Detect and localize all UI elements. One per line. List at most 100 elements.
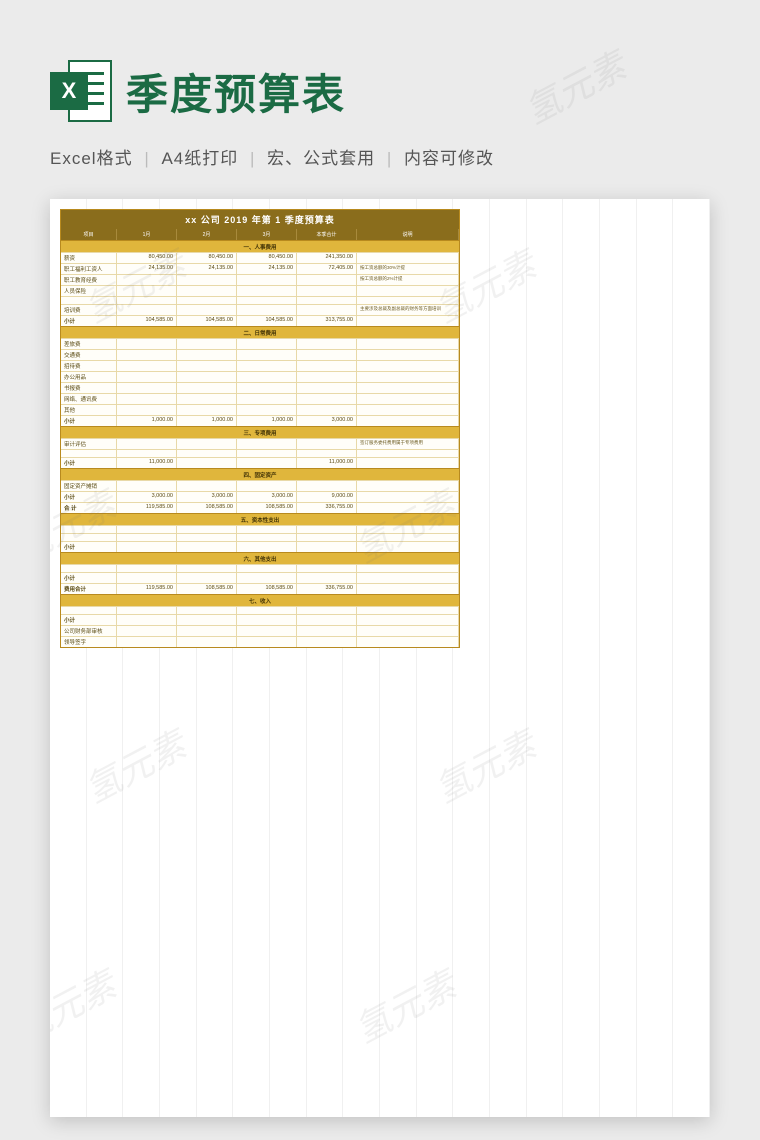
cell-m3 — [237, 305, 297, 315]
cell-total — [297, 439, 357, 449]
cell-m3 — [237, 394, 297, 404]
cell-m1: 104,585.00 — [117, 316, 177, 326]
budget-header-row: 项目 1月 2月 3月 本季合计 说明 — [61, 229, 459, 240]
cell-label — [61, 565, 117, 572]
col-total: 本季合计 — [297, 229, 357, 240]
cell-m3 — [237, 450, 297, 457]
col-month-2: 2月 — [177, 229, 237, 240]
cell-m2 — [177, 275, 237, 285]
cell-note: 按工资总额的2%计提 — [357, 275, 459, 285]
cell-note — [357, 458, 459, 468]
cell-m3 — [237, 607, 297, 614]
cell-m3 — [237, 534, 297, 541]
meta-macro: 宏、公式套用 — [267, 149, 375, 168]
table-row — [61, 296, 459, 304]
cell-label: 审计评估 — [61, 439, 117, 449]
table-row: 小计 — [61, 541, 459, 552]
cell-note — [357, 286, 459, 296]
cell-m3 — [237, 350, 297, 360]
table-row: 审计评估 签订服务委托费用属于专项费用 — [61, 438, 459, 449]
cell-note: 签订服务委托费用属于专项费用 — [357, 439, 459, 449]
cell-m1: 24,135.00 — [117, 264, 177, 274]
section-header: 五、资本性支出 — [61, 513, 459, 525]
cell-total — [297, 534, 357, 541]
cell-m1: 119,585.00 — [117, 503, 177, 513]
spreadsheet-preview: xx 公司 2019 年第 1 季度预算表 项目 1月 2月 3月 本季合计 说… — [50, 199, 710, 1117]
cell-label — [61, 450, 117, 457]
page-header: X 季度预算表 — [0, 0, 760, 140]
cell-m2 — [177, 615, 237, 625]
cell-note — [357, 450, 459, 457]
section-header: 六、其他支出 — [61, 552, 459, 564]
cell-note — [357, 253, 459, 263]
cell-m1 — [117, 350, 177, 360]
cell-total — [297, 339, 357, 349]
cell-total — [297, 350, 357, 360]
table-row — [61, 606, 459, 614]
cell-m2 — [177, 350, 237, 360]
col-month-1: 1月 — [117, 229, 177, 240]
cell-label: 薪资 — [61, 253, 117, 263]
cell-note — [357, 372, 459, 382]
table-row: 招待费 — [61, 360, 459, 371]
cell-m2 — [177, 297, 237, 304]
cell-label: 领导签字 — [61, 637, 117, 647]
cell-note — [357, 405, 459, 415]
cell-m2 — [177, 305, 237, 315]
cell-m1 — [117, 305, 177, 315]
cell-m1 — [117, 615, 177, 625]
cell-label — [61, 534, 117, 541]
cell-m1 — [117, 565, 177, 572]
cell-note — [357, 637, 459, 647]
cell-m3 — [237, 542, 297, 552]
table-row: 领导签字 — [61, 636, 459, 647]
cell-m2: 104,585.00 — [177, 316, 237, 326]
cell-note — [357, 383, 459, 393]
table-row: 小计3,000.003,000.003,000.009,000.00 — [61, 491, 459, 502]
cell-note: 主要涉及总裁及副总裁的财务等方面培训 — [357, 305, 459, 315]
cell-total — [297, 286, 357, 296]
table-row — [61, 564, 459, 572]
cell-m2: 24,135.00 — [177, 264, 237, 274]
cell-note — [357, 626, 459, 636]
cell-m2 — [177, 534, 237, 541]
cell-total — [297, 394, 357, 404]
cell-note — [357, 316, 459, 326]
cell-note — [357, 615, 459, 625]
cell-label: 职工福利工资人 — [61, 264, 117, 274]
cell-note — [357, 584, 459, 594]
excel-icon: X — [50, 60, 112, 122]
table-row: 交通费 — [61, 349, 459, 360]
cell-m2 — [177, 542, 237, 552]
cell-total — [297, 481, 357, 491]
cell-note — [357, 542, 459, 552]
cell-total — [297, 607, 357, 614]
table-row: 薪资80,450.0080,450.0080,450.00241,350.00 — [61, 252, 459, 263]
cell-total — [297, 573, 357, 583]
meta-separator: | — [387, 149, 392, 168]
cell-m1 — [117, 275, 177, 285]
cell-total — [297, 361, 357, 371]
cell-total — [297, 565, 357, 572]
section-header: 二、日常费用 — [61, 326, 459, 338]
page-title: 季度预算表 — [126, 61, 346, 122]
cell-m2 — [177, 481, 237, 491]
table-row: 小计104,585.00104,585.00104,585.00313,755.… — [61, 315, 459, 326]
col-label: 项目 — [61, 229, 117, 240]
cell-label: 小计 — [61, 316, 117, 326]
cell-m1: 3,000.00 — [117, 492, 177, 502]
cell-total: 336,755.00 — [297, 584, 357, 594]
cell-m3 — [237, 297, 297, 304]
cell-m1 — [117, 573, 177, 583]
cell-note — [357, 503, 459, 513]
cell-total — [297, 297, 357, 304]
table-row: 办公用品 — [61, 371, 459, 382]
cell-m3 — [237, 439, 297, 449]
cell-m2: 108,585.00 — [177, 584, 237, 594]
table-row: 职工福利工资人24,135.0024,135.0024,135.0072,405… — [61, 263, 459, 274]
cell-total: 11,000.00 — [297, 458, 357, 468]
cell-m2 — [177, 626, 237, 636]
cell-m1 — [117, 526, 177, 533]
cell-m3: 108,585.00 — [237, 503, 297, 513]
cell-label: 职工教育经费 — [61, 275, 117, 285]
